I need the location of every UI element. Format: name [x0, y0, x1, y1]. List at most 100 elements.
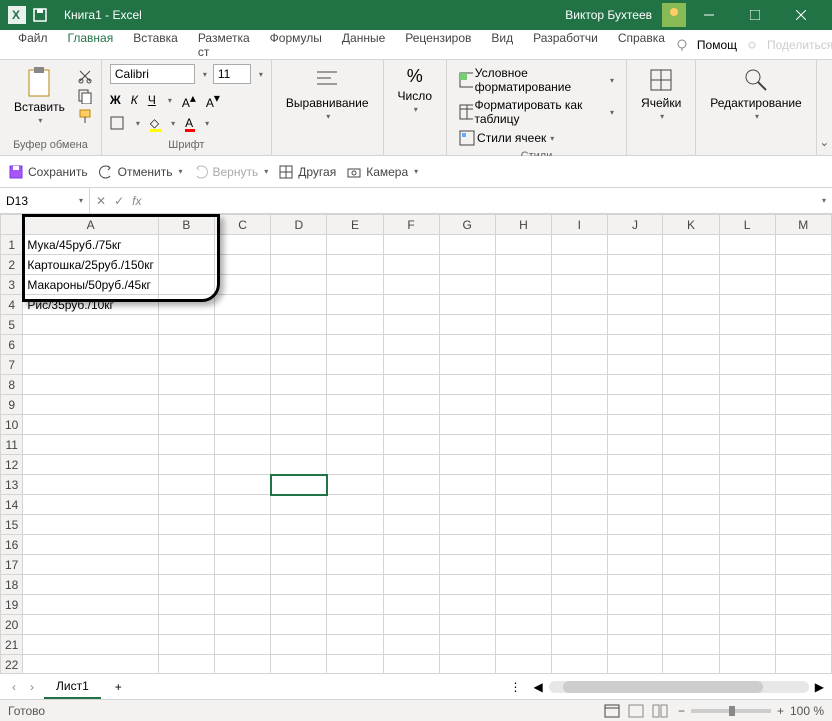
cell[interactable] [23, 535, 158, 555]
cell[interactable] [439, 495, 495, 515]
cell[interactable] [383, 415, 439, 435]
row-header[interactable]: 1 [1, 235, 23, 255]
cell[interactable] [607, 555, 663, 575]
cell[interactable] [663, 535, 719, 555]
cell[interactable] [775, 555, 831, 575]
close-button[interactable] [778, 0, 824, 30]
cell[interactable] [383, 515, 439, 535]
cell[interactable] [271, 315, 327, 335]
cell[interactable] [663, 395, 719, 415]
cell[interactable] [719, 615, 775, 635]
cell[interactable] [214, 315, 270, 335]
cell[interactable] [214, 555, 270, 575]
cell[interactable] [214, 475, 270, 495]
name-box[interactable]: D13 [6, 194, 28, 208]
cell[interactable] [663, 375, 719, 395]
normal-view-button[interactable] [604, 704, 620, 718]
cell[interactable] [552, 615, 608, 635]
cell[interactable] [439, 555, 495, 575]
cell[interactable] [439, 515, 495, 535]
cell[interactable] [158, 535, 214, 555]
cell[interactable] [158, 335, 214, 355]
help-label[interactable]: Помощ [697, 38, 737, 52]
cell[interactable] [495, 595, 551, 615]
font-color-button[interactable]: A [185, 116, 193, 130]
col-header[interactable]: A [23, 215, 158, 235]
cell[interactable] [719, 535, 775, 555]
cell[interactable] [495, 575, 551, 595]
col-header[interactable]: G [439, 215, 495, 235]
cell[interactable] [663, 455, 719, 475]
cell[interactable] [552, 475, 608, 495]
cell[interactable] [663, 415, 719, 435]
cell[interactable] [439, 255, 495, 275]
cell[interactable] [607, 355, 663, 375]
cell[interactable] [214, 495, 270, 515]
cell[interactable] [439, 315, 495, 335]
cell[interactable] [719, 455, 775, 475]
qat-camera-button[interactable]: Камера▾ [346, 164, 418, 180]
share-label[interactable]: Поделиться [767, 38, 832, 52]
cell[interactable] [439, 435, 495, 455]
cell[interactable] [495, 515, 551, 535]
sheet-prev-button[interactable]: ‹ [8, 680, 20, 694]
cell[interactable] [327, 475, 383, 495]
cell[interactable] [552, 435, 608, 455]
cell[interactable] [214, 375, 270, 395]
cell[interactable] [383, 555, 439, 575]
cell[interactable] [607, 375, 663, 395]
row-header[interactable]: 19 [1, 595, 23, 615]
cell[interactable] [663, 655, 719, 674]
cell[interactable] [552, 315, 608, 335]
cell[interactable] [158, 235, 214, 255]
cell[interactable] [552, 455, 608, 475]
cell[interactable] [495, 375, 551, 395]
menu-tab-4[interactable]: Формулы [260, 25, 332, 65]
cell[interactable] [271, 595, 327, 615]
cell[interactable] [158, 575, 214, 595]
cell[interactable] [439, 635, 495, 655]
cell[interactable] [158, 395, 214, 415]
qat-undo-button[interactable]: Отменить▾ [98, 164, 183, 180]
cell[interactable] [495, 655, 551, 674]
cell[interactable] [383, 395, 439, 415]
cell[interactable] [327, 415, 383, 435]
borders-icon[interactable] [110, 116, 124, 130]
conditional-formatting-button[interactable]: Условное форматирование▾ [455, 64, 618, 96]
cell[interactable] [214, 595, 270, 615]
cell[interactable] [552, 335, 608, 355]
cell[interactable] [439, 475, 495, 495]
cell[interactable] [495, 275, 551, 295]
cell[interactable] [383, 315, 439, 335]
cell[interactable] [327, 295, 383, 315]
row-header[interactable]: 16 [1, 535, 23, 555]
cell[interactable] [383, 575, 439, 595]
cell[interactable] [552, 295, 608, 315]
cell[interactable] [383, 275, 439, 295]
scroll-left-button[interactable]: ◀ [534, 680, 543, 694]
row-header[interactable]: 21 [1, 635, 23, 655]
add-sheet-button[interactable]: + [107, 676, 130, 698]
font-size-input[interactable] [213, 64, 251, 84]
cell[interactable] [271, 355, 327, 375]
cell[interactable] [271, 455, 327, 475]
row-header[interactable]: 14 [1, 495, 23, 515]
cell[interactable] [775, 495, 831, 515]
collapse-ribbon-button[interactable]: ⌄ [817, 60, 832, 155]
col-header[interactable]: I [552, 215, 608, 235]
page-break-view-button[interactable] [652, 704, 668, 718]
cell[interactable] [327, 355, 383, 375]
cell[interactable] [158, 455, 214, 475]
cell[interactable] [552, 395, 608, 415]
cell-styles-button[interactable]: Стили ячеек▾ [455, 128, 618, 148]
cell[interactable] [607, 335, 663, 355]
zoom-in-button[interactable]: + [777, 704, 784, 718]
cell[interactable] [719, 355, 775, 375]
copy-icon[interactable] [77, 88, 93, 104]
cell[interactable] [158, 275, 214, 295]
row-header[interactable]: 12 [1, 455, 23, 475]
cell[interactable] [327, 535, 383, 555]
cell[interactable] [552, 375, 608, 395]
cell[interactable] [552, 495, 608, 515]
cell[interactable] [775, 295, 831, 315]
